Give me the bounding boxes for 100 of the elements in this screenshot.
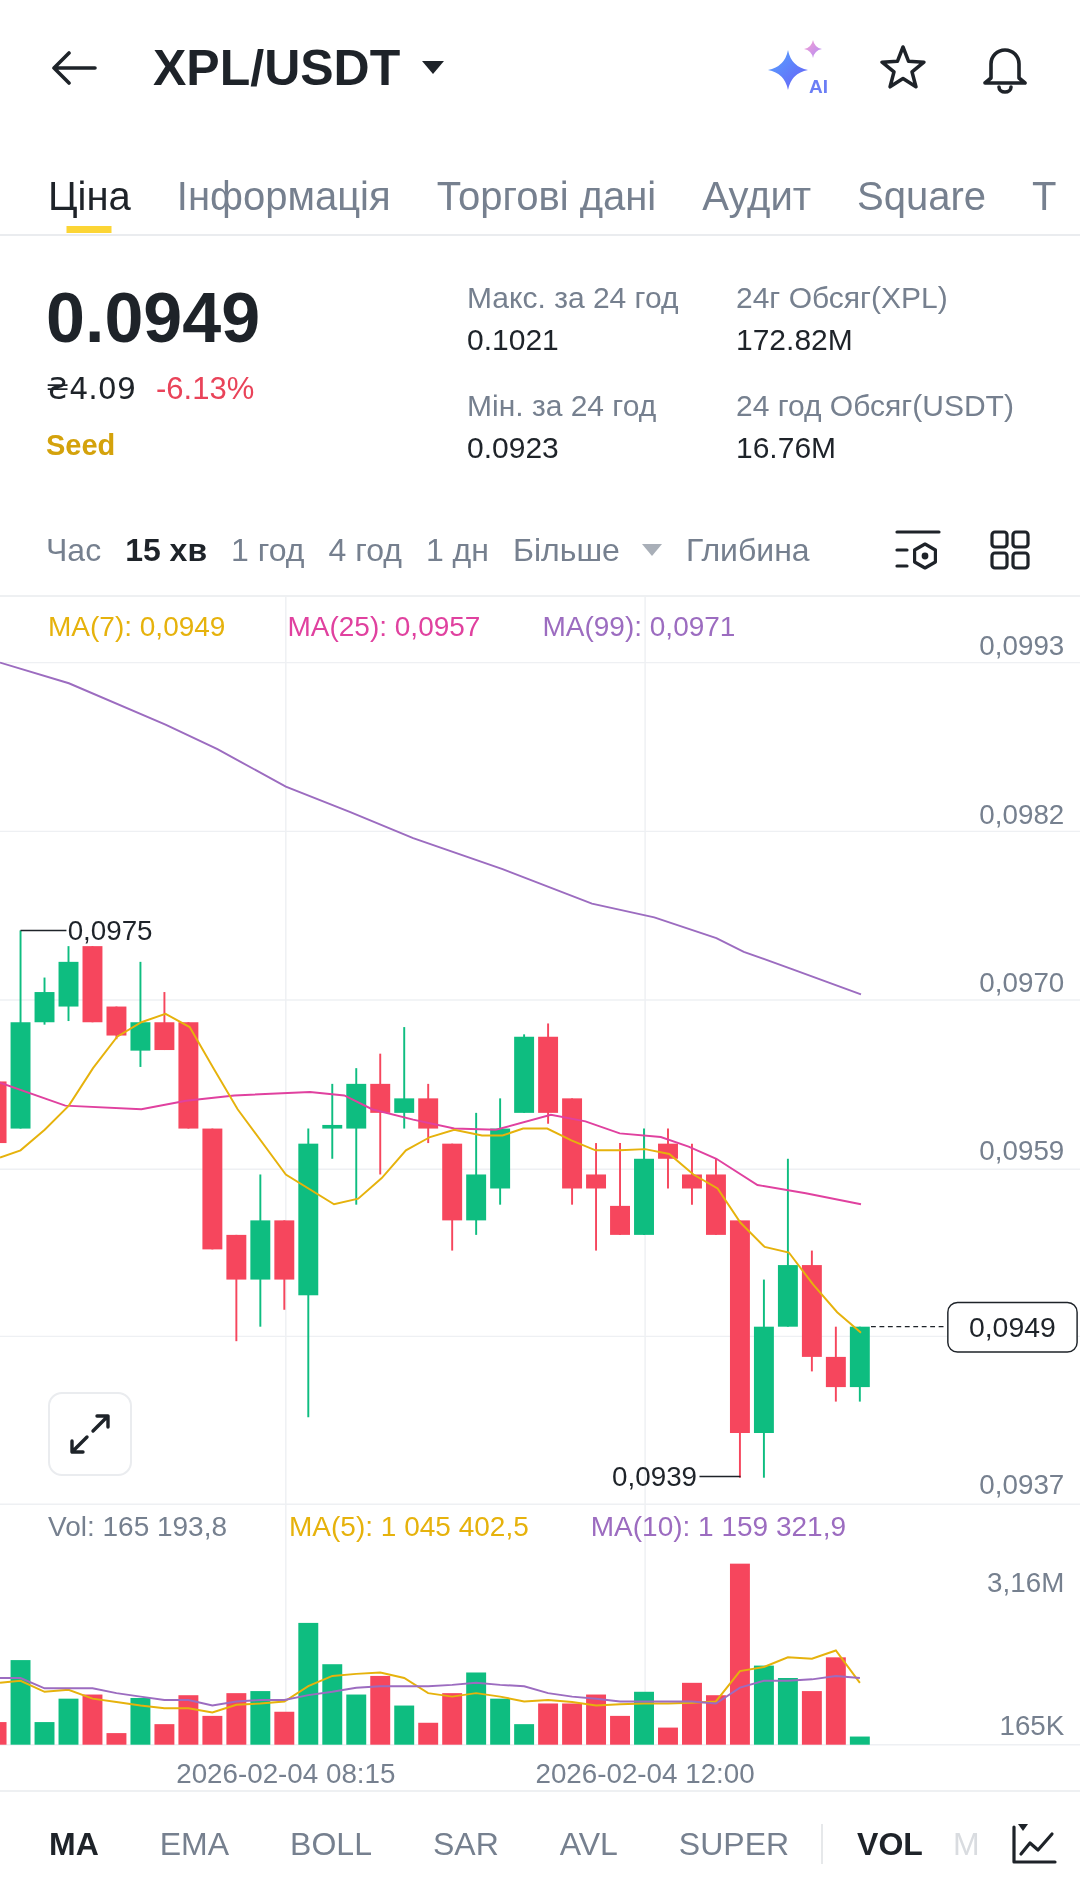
back-arrow-icon bbox=[51, 50, 97, 85]
active-tab-indicator bbox=[66, 226, 112, 233]
volume-bar bbox=[514, 1724, 535, 1745]
price-axis-label: 0,0982 bbox=[979, 798, 1065, 830]
volume-bar bbox=[418, 1722, 439, 1745]
volume-bar bbox=[394, 1705, 415, 1745]
tab[interactable]: Ціна bbox=[48, 135, 131, 234]
volume-bar bbox=[58, 1698, 79, 1745]
chart-settings-button[interactable] bbox=[895, 529, 941, 571]
volume-bar bbox=[346, 1694, 367, 1745]
candle bbox=[0, 1081, 7, 1144]
seed-tag: Seed bbox=[46, 429, 116, 461]
volume-bar bbox=[490, 1698, 511, 1745]
caret-icon bbox=[422, 61, 445, 74]
high-price-label: 0,0975 bbox=[67, 914, 153, 946]
volume-bar bbox=[0, 1722, 7, 1745]
indicator-tab[interactable]: EMA bbox=[159, 1823, 230, 1864]
stat-label: Мін. за 24 год bbox=[467, 388, 657, 424]
volume-bar bbox=[634, 1691, 654, 1745]
indicator-tab[interactable]: BOLL bbox=[290, 1823, 372, 1864]
price-axis-label: 0,0937 bbox=[979, 1469, 1065, 1501]
layout-button[interactable] bbox=[990, 530, 1030, 570]
candle bbox=[418, 1082, 439, 1145]
stat-label: 24г Обсяг(XPL) bbox=[736, 280, 948, 316]
volume-bar bbox=[658, 1727, 678, 1745]
price-axis-label: 0,0970 bbox=[979, 966, 1065, 998]
indicator-legend: MA(25): 0,0957 bbox=[287, 609, 481, 645]
volume-bar bbox=[178, 1695, 199, 1745]
interval-option[interactable]: 1 год bbox=[231, 530, 305, 570]
interval-option[interactable]: Глибина bbox=[685, 530, 810, 570]
last-price: 0.0949 bbox=[46, 278, 261, 358]
low-price-label: 0,0939 bbox=[612, 1461, 698, 1492]
interval-option[interactable]: 15 хв bbox=[125, 530, 208, 570]
chart-type-button[interactable] bbox=[1011, 1822, 1057, 1865]
interval-option[interactable]: 1 дн bbox=[425, 530, 489, 570]
tab[interactable]: Інформація bbox=[176, 135, 391, 234]
stat-value: 16.76M bbox=[736, 430, 837, 466]
volume-bar bbox=[370, 1675, 391, 1745]
line-chart-icon bbox=[1011, 1822, 1057, 1865]
indicator-legend: MA(10): 1 159 321,9 bbox=[590, 1509, 847, 1545]
indicator-tab[interactable]: AVL bbox=[559, 1823, 618, 1864]
indicator-legend: Vol: 165 193,8 bbox=[48, 1509, 228, 1545]
indicator-tab[interactable]: SAR bbox=[432, 1823, 499, 1864]
caret-icon bbox=[641, 544, 662, 556]
stat-label: Макс. за 24 год bbox=[467, 280, 679, 316]
volume-axis-label: 165K bbox=[999, 1709, 1065, 1741]
grid-icon bbox=[990, 530, 1030, 570]
back-button[interactable] bbox=[51, 50, 97, 85]
star-icon bbox=[878, 44, 928, 91]
interval-option[interactable]: Час bbox=[46, 530, 102, 570]
price-axis-label: 0,0959 bbox=[979, 1134, 1065, 1166]
volume-bar bbox=[130, 1698, 151, 1745]
volume-bar bbox=[801, 1691, 822, 1745]
expand-icon bbox=[68, 1412, 112, 1456]
tab[interactable]: T bbox=[1032, 135, 1057, 234]
volume-axis-label: 3,16M bbox=[987, 1567, 1065, 1599]
candle bbox=[154, 991, 175, 1051]
volume-bar bbox=[538, 1703, 559, 1745]
indicator-tab[interactable]: MA bbox=[49, 1823, 99, 1864]
candle bbox=[682, 1142, 702, 1206]
volume-bar bbox=[682, 1682, 702, 1745]
indicator-tab[interactable]: SUPER bbox=[678, 1823, 790, 1864]
volume-bar bbox=[610, 1715, 630, 1745]
volume-bar bbox=[82, 1694, 103, 1745]
volume-bar bbox=[442, 1693, 463, 1745]
interval-option[interactable]: 4 год bbox=[328, 530, 402, 570]
ai-button[interactable]: AI bbox=[768, 38, 828, 97]
indicator-tab[interactable]: VOL bbox=[857, 1823, 923, 1864]
volume-bar bbox=[274, 1711, 295, 1745]
indicator-legend: MA(7): 0,0949 bbox=[48, 609, 226, 645]
tab[interactable]: Аудит bbox=[702, 135, 812, 234]
pair-selector-button[interactable]: XPL/USDT bbox=[153, 38, 445, 97]
interval-dropdown[interactable]: Більше bbox=[512, 530, 662, 570]
volume-bar bbox=[202, 1715, 223, 1745]
volume-bar bbox=[777, 1678, 798, 1745]
indicator-legend: MA(5): 1 045 402,5 bbox=[289, 1509, 529, 1545]
volume-bar bbox=[706, 1695, 726, 1745]
price-change: -6.13% bbox=[156, 370, 255, 408]
stat-label: 24 год Обсяг(USDT) bbox=[736, 388, 1014, 424]
time-axis-label: 2026-02-04 08:15 bbox=[176, 1758, 396, 1790]
tab[interactable]: Square bbox=[857, 135, 987, 234]
volume-bar bbox=[226, 1693, 247, 1745]
leader-line bbox=[698, 1475, 742, 1478]
time-axis-label: 2026-02-04 12:00 bbox=[535, 1758, 755, 1790]
candle bbox=[658, 1127, 678, 1190]
stat-value: 0.0923 bbox=[467, 430, 559, 466]
price-axis-label: 0,0993 bbox=[979, 629, 1065, 661]
volume-bar bbox=[34, 1722, 55, 1745]
candle bbox=[34, 976, 55, 1026]
expand-button[interactable] bbox=[48, 1392, 132, 1476]
volume-bar bbox=[106, 1733, 127, 1745]
stat-value: 0.1021 bbox=[467, 322, 559, 358]
volume-bar bbox=[250, 1691, 271, 1745]
lines-hexagon-icon bbox=[895, 529, 941, 571]
fiat-price: ₴4.09 bbox=[46, 370, 136, 408]
tab[interactable]: Торгові дані bbox=[436, 135, 657, 234]
stat-value: 172.82M bbox=[736, 322, 853, 358]
volume-bar bbox=[586, 1694, 606, 1745]
volume-bar bbox=[562, 1703, 583, 1745]
favorite-button[interactable] bbox=[878, 44, 928, 91]
